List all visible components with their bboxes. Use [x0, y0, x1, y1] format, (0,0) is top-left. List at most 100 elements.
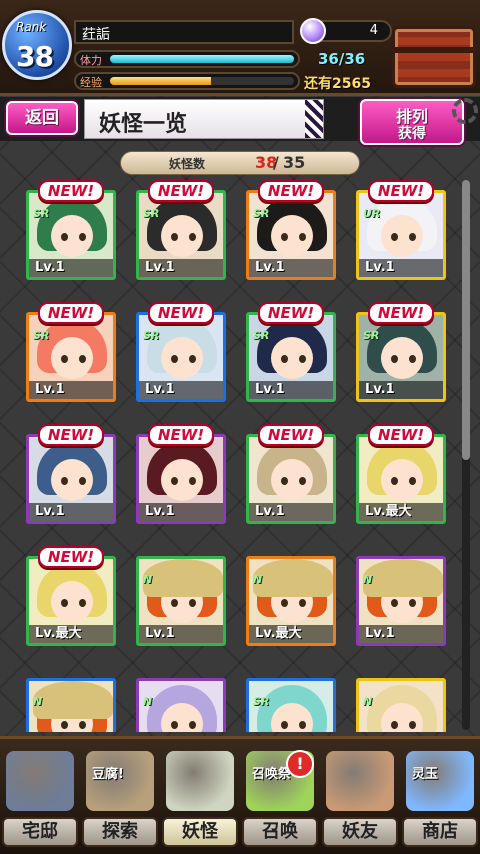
- stamina-value: 36/36: [318, 50, 366, 68]
- nav-item-0[interactable]: 宅邸: [0, 745, 80, 851]
- yokai-card-frame: SR: [246, 678, 336, 732]
- yokai-card[interactable]: Lv.1 NEW!: [246, 424, 336, 524]
- nav-item-label: 妖怪: [162, 817, 238, 847]
- yokai-card[interactable]: SR Lv.1 NEW!: [26, 180, 116, 280]
- yokai-card[interactable]: N Lv.1: [136, 546, 226, 646]
- gem-counter[interactable]: 4: [300, 18, 392, 44]
- nav-item-label: 妖友: [322, 817, 398, 847]
- treasure-chest-icon[interactable]: [392, 26, 476, 88]
- yokai-rarity: SR: [143, 207, 160, 220]
- yokai-face: [161, 459, 203, 501]
- yokai-eye: [189, 355, 196, 363]
- yokai-level: Lv.1: [139, 259, 223, 277]
- spirit-gem-icon: [300, 18, 326, 44]
- exp-bar: 经验: [74, 72, 300, 90]
- yokai-card[interactable]: UR Lv.1 NEW!: [356, 180, 446, 280]
- gem-count: 4: [369, 23, 378, 38]
- yokai-card[interactable]: Lv.1 NEW!: [136, 424, 226, 524]
- yokai-card-frame: SR Lv.1: [246, 312, 336, 402]
- house-icon: [6, 751, 74, 811]
- yokai-eye: [189, 721, 196, 729]
- nav-item-label: 商店: [402, 817, 478, 847]
- yokai-count-separator: /: [273, 153, 279, 172]
- yokai-card[interactable]: N: [136, 668, 226, 732]
- rank-badge[interactable]: Rank 38: [2, 10, 72, 84]
- nav-item-label: 宅邸: [2, 817, 78, 847]
- yokai-card[interactable]: Lv.最大 NEW!: [356, 424, 446, 524]
- yokai-rarity: UR: [363, 207, 381, 220]
- yokai-card[interactable]: SR Lv.1 NEW!: [246, 180, 336, 280]
- yokai-card[interactable]: Lv.最大 NEW!: [26, 546, 116, 646]
- yokai-eye: [61, 477, 68, 485]
- yokai-eye: [299, 477, 306, 485]
- straw-hat-icon: [143, 559, 223, 597]
- yokai-card-frame: SR Lv.1: [136, 190, 226, 280]
- sort-mode: 获得: [398, 126, 426, 142]
- yokai-eye: [299, 599, 306, 607]
- yokai-level: Lv.1: [359, 381, 443, 399]
- yokai-card[interactable]: SR Lv.1 NEW!: [136, 180, 226, 280]
- yokai-card[interactable]: N Lv.最大: [246, 546, 336, 646]
- yokai-eye: [409, 233, 416, 241]
- yokai-card-frame: Lv.1: [136, 434, 226, 524]
- yokai-card-frame: SR Lv.1: [26, 190, 116, 280]
- yokai-face: [271, 459, 313, 501]
- yokai-eye: [79, 721, 86, 729]
- yokai-card[interactable]: SR Lv.1 NEW!: [26, 302, 116, 402]
- nav-item-1[interactable]: 豆腐! 探索: [80, 745, 160, 851]
- new-badge: NEW!: [148, 424, 214, 446]
- yokai-rarity: N: [363, 695, 373, 708]
- yokai-card-frame: N: [26, 678, 116, 732]
- yokai-level: Lv.1: [139, 625, 223, 643]
- yokai-face: [381, 459, 423, 501]
- scroll-thumb[interactable]: [462, 180, 470, 460]
- yokai-card-frame: SR Lv.1: [246, 190, 336, 280]
- yokai-eye: [61, 721, 68, 729]
- nav-item-5[interactable]: 灵玉 商店: [400, 745, 480, 851]
- new-badge: NEW!: [148, 302, 214, 324]
- nav-item-4[interactable]: 妖友: [320, 745, 400, 851]
- yokai-eye: [171, 477, 178, 485]
- yokai-eye: [79, 233, 86, 241]
- yokai-card-frame: N: [136, 678, 226, 732]
- exp-value: 还有2565: [304, 76, 371, 92]
- straw-hat-icon: [33, 681, 113, 719]
- yokai-level: Lv.1: [29, 259, 113, 277]
- sort-button[interactable]: 排列 获得: [360, 99, 464, 145]
- yokai-card[interactable]: Lv.1 NEW!: [26, 424, 116, 524]
- yokai-eye: [189, 599, 196, 607]
- new-badge: NEW!: [368, 302, 434, 324]
- back-button[interactable]: 返回: [6, 101, 78, 135]
- new-badge: NEW!: [258, 180, 324, 202]
- new-badge: NEW!: [148, 180, 214, 202]
- yokai-card[interactable]: N: [26, 668, 116, 732]
- yokai-card-frame: UR Lv.1: [356, 190, 446, 280]
- yokai-card-frame: N Lv.1: [356, 556, 446, 646]
- summon-alert-badge: !: [286, 750, 314, 778]
- new-badge: NEW!: [38, 180, 104, 202]
- yokai-level: Lv.1: [249, 259, 333, 277]
- yokai-eye: [61, 599, 68, 607]
- yokai-card-frame: N: [356, 678, 446, 732]
- stamina-track: [110, 55, 294, 63]
- yokai-card[interactable]: SR Lv.1 NEW!: [356, 302, 446, 402]
- yokai-eye: [409, 599, 416, 607]
- new-badge: NEW!: [38, 424, 104, 446]
- yokai-card[interactable]: N Lv.1: [356, 546, 446, 646]
- yokai-rarity: SR: [363, 329, 380, 342]
- nav-item-tag: 豆腐!: [92, 767, 124, 782]
- yokai-card[interactable]: SR: [246, 668, 336, 732]
- yokai-eye: [171, 355, 178, 363]
- nav-item-2[interactable]: 妖怪: [160, 745, 240, 851]
- yokai-eye: [281, 233, 288, 241]
- gear-icon: [452, 98, 478, 124]
- title-bar: 返回 妖怪一览 排列 获得: [0, 97, 480, 145]
- yokai-level: Lv.1: [139, 381, 223, 399]
- scrollbar[interactable]: [462, 180, 470, 730]
- yokai-card[interactable]: N: [356, 668, 446, 732]
- yokai-card[interactable]: SR Lv.1 NEW!: [246, 302, 336, 402]
- yokai-eye: [171, 233, 178, 241]
- yokai-eye: [391, 355, 398, 363]
- yokai-card[interactable]: SR Lv.1 NEW!: [136, 302, 226, 402]
- exp-track: [110, 77, 294, 85]
